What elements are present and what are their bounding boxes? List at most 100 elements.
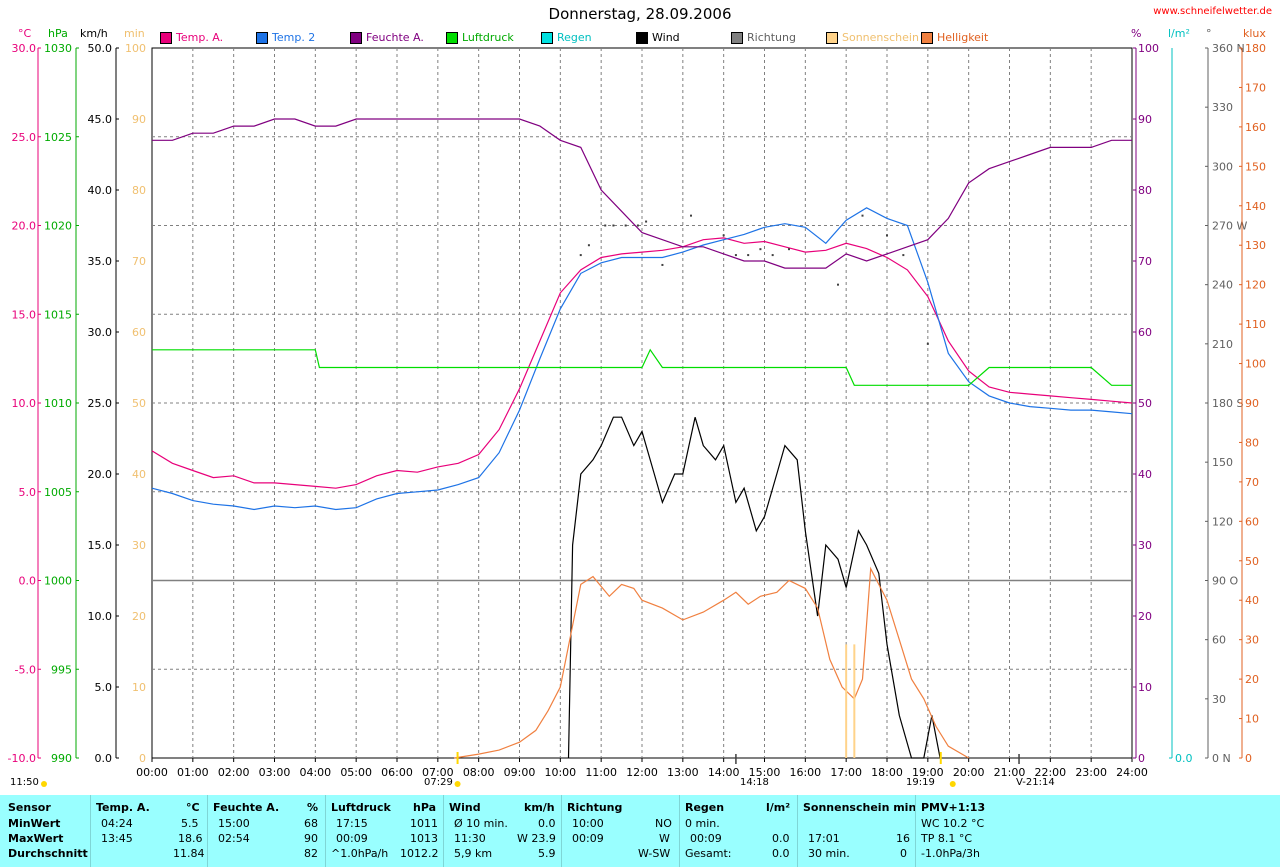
series-line-helligkeit [454, 566, 970, 759]
richtung-point [837, 283, 839, 286]
legend-item-helligkeit: Helligkeit [921, 31, 988, 44]
moon-event-label-2: V-21:14 [1016, 777, 1055, 788]
legend-item-richtung: Richtung [731, 31, 796, 44]
stats-table: Sensor MinWert MaxWert Durchschnitt Temp… [0, 795, 1280, 867]
x-tick-label: 23:00 [1075, 766, 1107, 779]
legend-item-wind: Wind [636, 31, 680, 44]
axis-label-klux: 20 [1245, 673, 1259, 686]
richtung-point [661, 263, 664, 266]
axis-label-degree: 330 [1212, 101, 1233, 114]
axis-label-klux: 30 [1245, 634, 1259, 647]
x-tick-label: 01:00 [177, 766, 209, 779]
axis-label-klux: 40 [1245, 594, 1259, 607]
axis-label-kmh: 0.0 [95, 752, 113, 765]
richtung-point [645, 220, 648, 223]
legend-item-regen: Regen [541, 31, 592, 44]
axis-label-degree: 0 N [1212, 752, 1231, 765]
richtung-point [636, 224, 639, 227]
row-label-min: MinWert [8, 817, 61, 830]
axis-label-celsius: 25.0 [12, 131, 37, 144]
axis-label-kmh: 10.0 [88, 610, 113, 623]
legend-item-feuchte: Feuchte A. [350, 31, 424, 44]
axis-label-hpa: 1010 [44, 397, 72, 410]
col-pmv: PMV+1:13 WC 10.2 °C TP 8.1 °C -1.0hPa/3h [915, 795, 985, 867]
axis-label-percent: 30 [1138, 539, 1152, 552]
axis-label-min: 90 [132, 113, 146, 126]
col-luftdruck: Luftdruck hPa 17:15 1011 00:09 1013 ^1.0… [325, 795, 439, 867]
axis-label-percent: 40 [1138, 468, 1152, 481]
col-sonnenschein: Sonnenschein min 17:01 16 30 min. 0 [797, 795, 916, 867]
sunset-label: 19:19 [906, 777, 935, 788]
axis-label-klux: 60 [1245, 515, 1259, 528]
x-tick-label: 20:00 [953, 766, 985, 779]
axis-label-klux: 140 [1245, 200, 1266, 213]
moon-event-label-1: 14:18 [740, 777, 769, 788]
axis-label-klux: 100 [1245, 358, 1266, 371]
axis-label-degree: 90 O [1212, 575, 1238, 588]
axis-label-degree: 180 S [1212, 397, 1243, 410]
row-label-avg: Durchschnitt [8, 847, 88, 860]
richtung-point [759, 248, 762, 251]
x-tick-label: 14:00 [708, 766, 740, 779]
richtung-point [926, 342, 929, 345]
axis-label-percent: 70 [1138, 255, 1152, 268]
x-tick-label: 17:00 [830, 766, 862, 779]
x-tick-label: 11:00 [585, 766, 617, 779]
sunset-icon [949, 781, 956, 787]
axis-label-min: 40 [132, 468, 146, 481]
axis-label-celsius: 0.0 [19, 575, 37, 588]
axis-label-lm2: 0.0 [1175, 752, 1193, 765]
row-label-max: MaxWert [8, 832, 64, 845]
legend-item-temp-2: Temp. 2 [256, 31, 315, 44]
axis-label-celsius: 5.0 [19, 486, 37, 499]
axis-label-klux: 160 [1245, 121, 1266, 134]
x-tick-label: 02:00 [218, 766, 250, 779]
axis-label-klux: 90 [1245, 397, 1259, 410]
axis-label-hpa: 1020 [44, 220, 72, 233]
unit-percent: % [1131, 27, 1142, 40]
x-tick-label: 12:00 [626, 766, 658, 779]
col-feuchte: Feuchte A. % 15:00 68 02:54 90 82 [207, 795, 318, 867]
richtung-point [747, 254, 750, 257]
axis-label-degree: 240 [1212, 279, 1233, 292]
axis-label-kmh: 20.0 [88, 468, 113, 481]
richtung-point [734, 254, 737, 257]
axis-label-percent: 80 [1138, 184, 1152, 197]
axis-label-degree: 150 [1212, 456, 1233, 469]
axis-label-degree: 60 [1212, 634, 1226, 647]
sunrise-icon [454, 781, 461, 787]
legend-item-luftdruck: Luftdruck [446, 31, 514, 44]
richtung-point [861, 214, 864, 217]
unit-klux: klux [1243, 27, 1266, 40]
unit-lm2: l/m² [1168, 27, 1190, 40]
richtung-point [612, 224, 615, 227]
axis-label-percent: 50 [1138, 397, 1152, 410]
richtung-point [771, 254, 774, 257]
axis-label-klux: 10 [1245, 713, 1259, 726]
x-tick-label: 00:00 [136, 766, 168, 779]
col-wind: Wind km/h Ø 10 min. 0.0 11:30 W 23.9 5,9… [443, 795, 556, 867]
axis-label-min: 0 [139, 752, 146, 765]
x-tick-label: 04:00 [299, 766, 331, 779]
series-line-wind [567, 416, 941, 759]
axis-label-min: 10 [132, 681, 146, 694]
legend-item-temp-a: Temp. A. [160, 31, 223, 44]
richtung-point [604, 224, 607, 227]
axis-label-hpa: 1005 [44, 486, 72, 499]
weather-chart: 00:00 01:00 02:00 03:00 04:00 05:00 06:00 07:00… [8, 42, 1266, 787]
axis-label-min: 80 [132, 184, 146, 197]
x-tick-label: 24:00 [1116, 766, 1148, 779]
clock-label: 11:50 [10, 777, 39, 788]
axis-label-min: 50 [132, 397, 146, 410]
chart-title: Donnerstag, 28.09.2006 [548, 5, 732, 23]
richtung-point [902, 254, 905, 257]
richtung-point [579, 254, 582, 257]
axis-label-klux: 150 [1245, 160, 1266, 173]
x-tick-label: 08:00 [463, 766, 495, 779]
site-link[interactable]: www.schneifelwetter.de [1153, 6, 1272, 17]
axis-label-klux: 130 [1245, 239, 1266, 252]
axis-label-hpa: 1015 [44, 308, 72, 321]
axis-label-kmh: 15.0 [88, 539, 113, 552]
axis-label-hpa: 995 [51, 663, 72, 676]
axis-label-hpa: 1000 [44, 575, 72, 588]
